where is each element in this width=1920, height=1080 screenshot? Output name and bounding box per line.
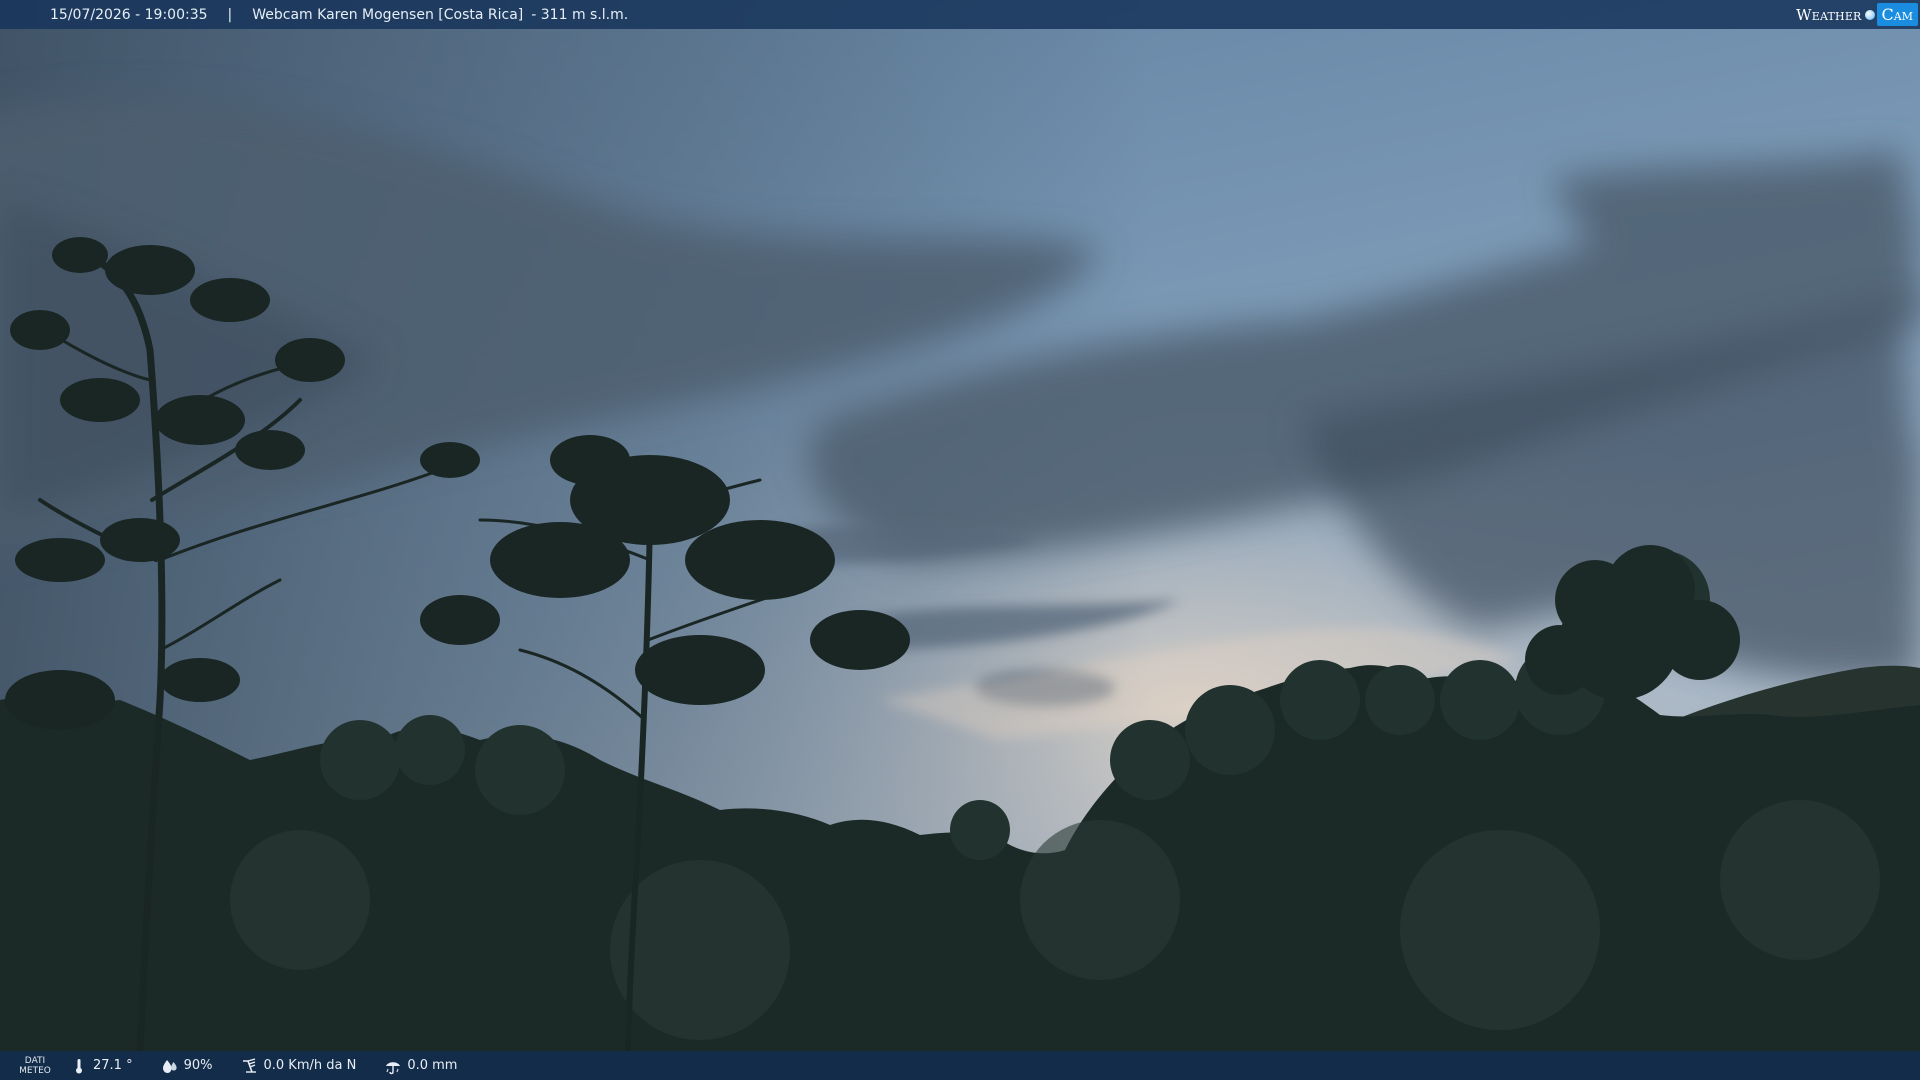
timestamp: 15/07/2026 - 19:00:35	[50, 6, 208, 23]
rain-value: 0.0 mm	[407, 1058, 458, 1073]
wind-value: 0.0 Km/h da N	[263, 1058, 357, 1073]
thermometer-icon	[76, 1058, 82, 1073]
altitude: - 311 m s.l.m.	[531, 6, 629, 23]
rain-icon	[386, 1061, 401, 1074]
wind-metric: 0.0 Km/h da N	[240, 1057, 356, 1075]
webcam-frame: 15/07/2026 - 19:00:35 | Webcam Karen Mog…	[0, 0, 1920, 1080]
wind-icon	[243, 1057, 257, 1073]
logo-text-cam: Cam	[1876, 3, 1918, 26]
weathercam-logo: Weather Cam	[1792, 2, 1918, 27]
logo-text-weather: Weather	[1796, 5, 1862, 24]
weather-data-label: DATI METEO	[0, 1056, 70, 1076]
humidity-icon	[162, 1059, 177, 1073]
weather-data-label-line2: METEO	[19, 1065, 51, 1076]
weather-data-label-line1: DATI	[24, 1055, 46, 1066]
humidity-value: 90%	[183, 1058, 213, 1073]
top-info-bar: 15/07/2026 - 19:00:35 | Webcam Karen Mog…	[0, 0, 1920, 29]
separator: |	[227, 6, 233, 23]
weather-data-bar: DATI METEO 27.1 ° 90% 0.0 Km/h da N 0.0 …	[0, 1051, 1920, 1080]
temperature-value: 27.1 °	[93, 1058, 133, 1073]
camera-name: Webcam Karen Mogensen [Costa Rica]	[252, 6, 524, 23]
humidity-metric: 90%	[161, 1057, 213, 1075]
temperature-metric: 27.1 °	[70, 1057, 133, 1075]
logo-dot-icon	[1864, 9, 1875, 20]
rain-metric: 0.0 mm	[384, 1057, 457, 1075]
webcam-scene	[0, 0, 1920, 1080]
